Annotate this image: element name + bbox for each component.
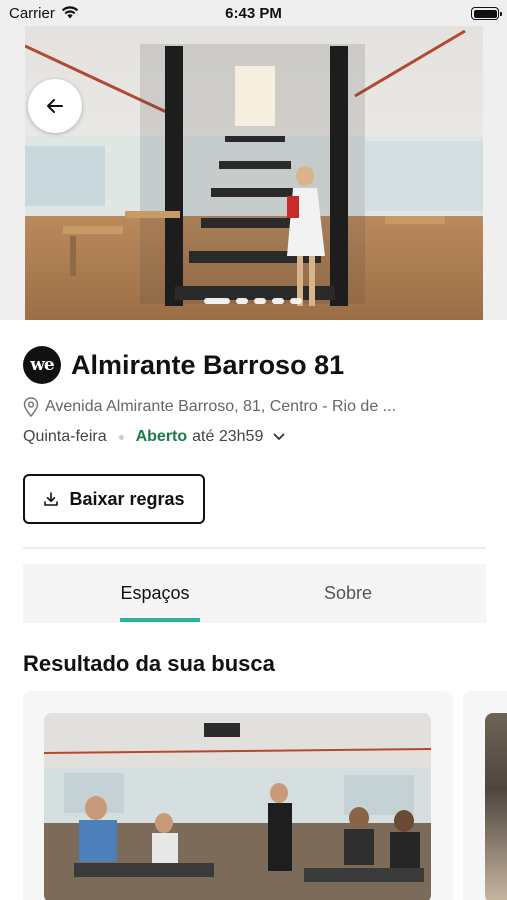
download-rules-button[interactable]: Baixar regras (23, 474, 205, 524)
brand-logo: we (23, 346, 61, 384)
opening-hours[interactable]: Quinta-feira Aberto até 23h59 (23, 426, 285, 448)
weekday-label: Quinta-feira (23, 428, 107, 445)
tab-bar: Espaços Sobre (23, 564, 486, 623)
carousel-dot[interactable] (290, 298, 302, 304)
closing-time: até 23h59 (192, 428, 264, 445)
tab-about[interactable]: Sobre (303, 564, 393, 623)
tab-spaces[interactable]: Espaços (110, 564, 200, 623)
location-pin-icon (23, 397, 39, 417)
page-title: Almirante Barroso 81 (71, 350, 345, 380)
active-tab-indicator (120, 618, 200, 622)
open-status: Aberto (135, 428, 188, 445)
space-photo (485, 713, 507, 900)
carousel-indicator (204, 298, 302, 304)
divider (23, 547, 486, 549)
carousel-dot[interactable] (204, 298, 230, 304)
carousel-dot[interactable] (272, 298, 284, 304)
back-button[interactable] (28, 79, 82, 133)
download-icon (44, 492, 59, 506)
carousel-dot[interactable] (236, 298, 248, 304)
download-rules-label: Baixar regras (69, 488, 185, 509)
space-photo (44, 713, 431, 900)
space-card[interactable] (23, 691, 453, 900)
clock: 6:43 PM (225, 5, 282, 22)
space-card[interactable] (463, 691, 507, 900)
carousel-dot[interactable] (254, 298, 266, 304)
hero-gallery[interactable] (0, 26, 507, 320)
chevron-down-icon[interactable] (273, 433, 285, 441)
battery-icon (471, 7, 502, 20)
section-title: Resultado da sua busca (23, 651, 275, 676)
separator-dot (118, 434, 124, 440)
address-row: Avenida Almirante Barroso, 81, Centro - … (23, 396, 453, 418)
hero-photo (25, 26, 483, 320)
status-bar: Carrier 6:43 PM (0, 0, 507, 26)
address-text: Avenida Almirante Barroso, 81, Centro - … (45, 398, 396, 415)
arrow-left-icon (47, 99, 63, 113)
